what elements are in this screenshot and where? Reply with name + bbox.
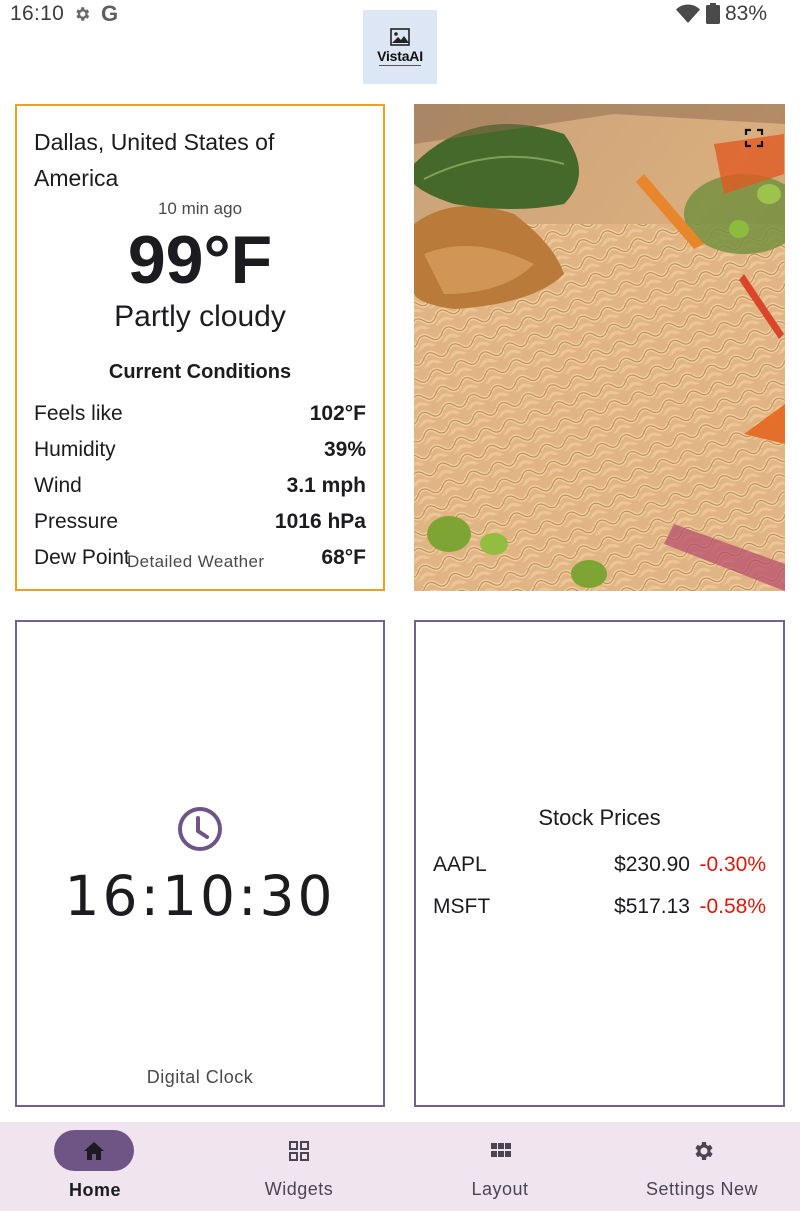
weather-row-value: 3.1 mph [286,474,366,497]
nav-label-home: Home [68,1180,121,1200]
stock-prices-title: Stock Prices [538,805,661,830]
weather-row-value: 68°F [321,546,366,569]
app-logo: VistaAI [363,10,437,84]
weather-row-label: Dew Point [34,546,130,569]
bottom-navigation-bar: Home Widgets Layout Settings New [0,1122,800,1211]
wifi-icon [676,4,700,23]
weather-widget[interactable]: Dallas, United States of America 10 min … [15,104,385,591]
weather-row-label: Wind [34,474,82,497]
weather-condition: Partly cloudy [114,300,286,333]
photo-widget[interactable] [414,104,785,591]
gear-icon [695,1142,713,1160]
stock-row-msft: MSFT $517.13 -0.58% [433,895,766,925]
stock-change: -0.58% [699,895,766,918]
stock-price: $517.13 [614,895,690,918]
layout-grid-icon [491,1143,511,1157]
clock-icon [178,807,222,851]
stock-symbol: AAPL [433,853,487,876]
weather-temperature: 99°F [127,222,273,298]
home-icon [84,1142,104,1160]
google-icon: G [101,1,119,26]
weather-row-wind: Wind 3.1 mph [34,474,366,504]
settings-gear-icon [76,7,90,21]
nav-item-settings-new[interactable]: Settings New [602,1122,800,1211]
weather-row-value: 1016 hPa [274,510,366,533]
weather-row-pressure: Pressure 1016 hPa [34,510,366,540]
weather-row-label: Feels like [34,402,123,425]
weather-row-label: Humidity [34,438,116,461]
weather-row-value: 39% [323,438,366,461]
weather-updated-time: 10 min ago [157,199,243,218]
nav-item-widgets[interactable]: Widgets [199,1122,399,1211]
stock-price: $230.90 [614,853,690,876]
nav-label-layout: Layout [471,1179,529,1199]
stock-symbol: MSFT [433,895,491,918]
logo-underline [379,65,421,66]
clock-time: 16:10:30 [64,864,336,928]
nav-label-widgets: Widgets [264,1179,334,1199]
weather-row-humidity: Humidity 39% [34,438,366,468]
weather-row-label: Pressure [34,510,119,533]
logo-text: VistaAI [377,48,423,64]
nav-item-home[interactable]: Home [0,1122,197,1211]
fullscreen-expand-icon[interactable] [744,128,764,148]
detailed-weather-link[interactable]: Detailed Weather [127,552,264,572]
battery-percent: 83% [725,2,768,25]
food-photo [414,104,785,591]
nav-item-layout[interactable]: Layout [400,1122,600,1211]
digital-clock-widget[interactable]: 16:10:30 Digital Clock [15,620,385,1107]
weather-row-value: 102°F [309,402,366,425]
clock-caption: Digital Clock [146,1067,254,1087]
battery-icon [706,3,720,24]
stock-row-aapl: AAPL $230.90 -0.30% [433,853,766,883]
widgets-grid-icon [289,1141,309,1161]
current-conditions-heading: Current Conditions [108,361,292,383]
nav-label-settings-new: Settings New [645,1179,759,1199]
weather-location: Dallas, United States of America [34,129,275,191]
image-icon [390,28,410,46]
weather-row-feels-like: Feels like 102°F [34,402,366,432]
stock-change: -0.30% [699,853,766,876]
stock-prices-widget[interactable]: Stock Prices AAPL $230.90 -0.30% MSFT $5… [414,620,785,1107]
status-time: 16:10 [10,2,65,25]
